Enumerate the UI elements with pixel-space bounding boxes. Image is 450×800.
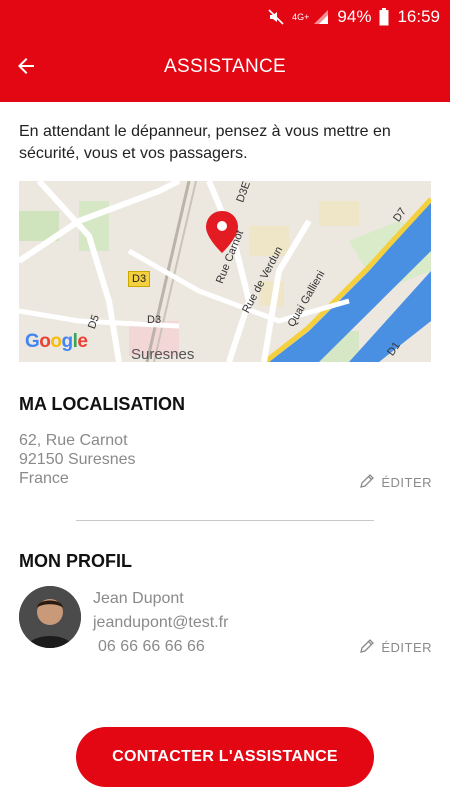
pencil-icon [359, 638, 375, 657]
battery-icon [379, 8, 389, 26]
address-line: 62, Rue Carnot [19, 432, 128, 449]
edit-label: ÉDITER [381, 640, 432, 655]
map-label: D3 [128, 271, 151, 287]
intro-text: En attendant le dépanneur, pensez à vous… [19, 123, 391, 162]
profile-email: jeandupont@test.fr [93, 614, 229, 631]
profile-name: Jean Dupont [93, 590, 184, 607]
edit-location-button[interactable]: ÉDITER [359, 473, 432, 492]
app-bar: ASSISTANCE [0, 34, 450, 102]
pencil-icon [359, 473, 375, 492]
map-city-label: Suresnes [131, 346, 195, 362]
status-bar: 4G+ 94% 16:59 [0, 0, 450, 34]
address-line: 92150 Suresnes [19, 451, 136, 468]
address-line: France [19, 470, 69, 487]
clock: 16:59 [397, 7, 440, 26]
profile-phone: 06 66 66 66 66 [98, 638, 205, 655]
location-map[interactable]: D3E Rue Carnot Rue de Verdun Quai Gallie… [19, 181, 431, 362]
google-logo: Google [25, 331, 88, 352]
divider [76, 520, 374, 521]
map-label: D3 [147, 314, 162, 326]
mute-icon [268, 9, 284, 25]
avatar [19, 586, 81, 648]
signal-icon [314, 10, 329, 24]
contact-assistance-button[interactable]: CONTACTER L'ASSISTANCE [76, 727, 374, 787]
edit-profile-button[interactable]: ÉDITER [359, 638, 432, 657]
profile-section-title: MON PROFIL [19, 551, 132, 571]
battery-level: 94% [337, 7, 372, 26]
network-type: 4G+ [292, 11, 310, 22]
edit-label: ÉDITER [381, 475, 432, 490]
address: 62, Rue Carnot 92150 Suresnes France [19, 431, 136, 488]
location-section-title: MA LOCALISATION [19, 394, 185, 414]
page-title: ASSISTANCE [164, 56, 286, 77]
network-indicator: 4G+ [292, 9, 329, 25]
